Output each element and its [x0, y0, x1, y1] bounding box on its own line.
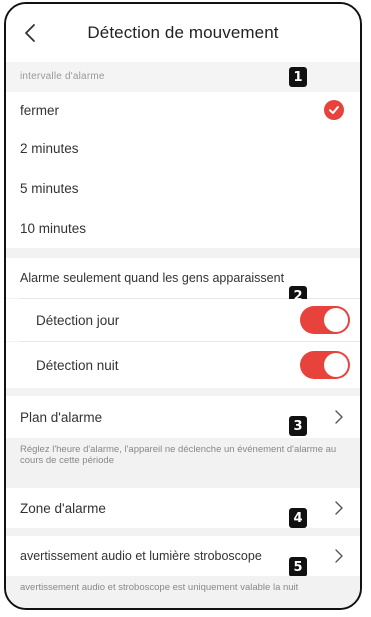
strobe-warning-note: avertissement audio et stroboscope est u… — [6, 576, 360, 608]
chevron-right-icon — [335, 549, 343, 563]
annotation-badge-3: 3 — [289, 416, 307, 436]
interval-option-fermer[interactable]: fermer — [6, 92, 360, 128]
back-chevron-icon[interactable] — [20, 22, 42, 44]
alarm-zone-label: Zone d'alarme — [20, 500, 106, 516]
toggle-knob — [324, 308, 348, 332]
chevron-right-icon — [335, 410, 343, 424]
annotation-badge-1: 1 — [289, 67, 307, 87]
alarm-schedule-label: Plan d'alarme — [20, 409, 103, 425]
night-detection-label: Détection nuit — [36, 357, 119, 373]
people-alarm-label: Alarme seulement quand les gens apparais… — [20, 271, 285, 285]
interval-option-10-minutes[interactable]: 10 minutes — [6, 208, 360, 248]
interval-option-2-minutes[interactable]: 2 minutes — [6, 128, 360, 168]
page-title: Détection de mouvement — [87, 23, 279, 42]
interval-option-label: 2 minutes — [20, 140, 79, 156]
strobe-warning-label: avertissement audio et lumière strobosco… — [20, 549, 262, 563]
interval-option-5-minutes[interactable]: 5 minutes — [6, 168, 360, 208]
nav-header: Détection de mouvement — [6, 4, 360, 62]
day-detection-row: Détection jour — [6, 299, 360, 341]
annotation-badge-5: 5 — [289, 557, 307, 577]
day-detection-toggle[interactable] — [300, 306, 350, 334]
night-detection-toggle[interactable] — [300, 351, 350, 379]
chevron-right-icon — [335, 501, 343, 515]
annotation-badge-4: 4 — [289, 508, 307, 528]
interval-option-label: 10 minutes — [20, 220, 87, 236]
day-detection-label: Détection jour — [36, 312, 120, 328]
interval-option-label: fermer — [20, 102, 60, 118]
interval-option-label: 5 minutes — [20, 180, 79, 196]
night-detection-row: Détection nuit — [6, 342, 360, 388]
toggle-knob — [324, 353, 348, 377]
phone-frame: Détection de mouvement intervalle d'alar… — [4, 2, 362, 610]
check-circle-icon — [324, 100, 344, 120]
alarm-schedule-note: Réglez l'heure d'alarme, l'appareil ne d… — [6, 438, 360, 488]
